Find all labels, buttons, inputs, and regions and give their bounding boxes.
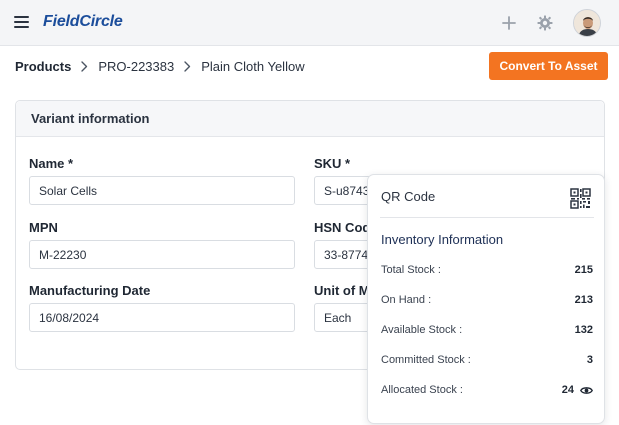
allocated-stock-value: 24 <box>561 384 574 396</box>
total-stock-label: Total Stock : <box>381 264 441 276</box>
mpn-label: MPN <box>29 220 58 235</box>
on-hand-value: 213 <box>574 294 593 306</box>
manufacturing-date-label: Manufacturing Date <box>29 283 151 298</box>
inventory-row-committed-stock: Committed Stock : 3 <box>381 354 593 370</box>
committed-stock-label: Committed Stock : <box>381 354 471 366</box>
breadcrumb-products[interactable]: Products <box>15 59 71 74</box>
available-stock-value: 132 <box>574 324 593 336</box>
inventory-information-title: Inventory Information <box>381 232 504 247</box>
inventory-row-allocated-stock: Allocated Stock : 24 <box>381 384 593 400</box>
unit-of-measure-label: Unit of M <box>314 283 370 298</box>
name-field[interactable]: Solar Cells <box>29 176 295 205</box>
breadcrumb: Products PRO-223383 Plain Cloth Yellow <box>15 58 305 74</box>
hsn-code-label: HSN Cod <box>314 220 371 235</box>
popover-divider <box>380 217 594 218</box>
gear-icon[interactable] <box>533 11 557 35</box>
hamburger-menu-icon[interactable] <box>14 16 29 28</box>
available-stock-label: Available Stock : <box>381 324 463 336</box>
user-avatar[interactable] <box>573 9 601 37</box>
breadcrumb-product-code[interactable]: PRO-223383 <box>98 59 174 74</box>
inventory-row-available-stock: Available Stock : 132 <box>381 324 593 340</box>
top-header: FieldCircle <box>0 0 619 46</box>
on-hand-label: On Hand : <box>381 294 432 306</box>
inventory-popover: QR Code Inventory Information Total Stoc… <box>367 174 605 424</box>
eye-icon[interactable] <box>580 385 593 396</box>
qr-code-icon[interactable] <box>570 188 591 209</box>
mpn-field[interactable]: M-22230 <box>29 240 295 269</box>
sku-label: SKU * <box>314 156 351 171</box>
app-logo[interactable]: FieldCircle <box>43 13 123 31</box>
inventory-row-on-hand: On Hand : 213 <box>381 294 593 310</box>
convert-to-asset-button[interactable]: Convert To Asset <box>489 52 608 80</box>
breadcrumb-current: Plain Cloth Yellow <box>201 58 305 74</box>
committed-stock-value: 3 <box>586 354 593 366</box>
section-title: Variant information <box>16 101 604 137</box>
name-label: Name * <box>29 156 74 171</box>
manufacturing-date-field[interactable]: 16/08/2024 <box>29 303 295 332</box>
chevron-right-icon <box>80 60 88 72</box>
qr-code-label: QR Code <box>381 189 436 204</box>
allocated-stock-label: Allocated Stock : <box>381 384 463 396</box>
inventory-row-total-stock: Total Stock : 215 <box>381 264 593 280</box>
chevron-right-icon <box>183 60 191 72</box>
total-stock-value: 215 <box>574 264 593 276</box>
plus-icon[interactable] <box>497 11 521 35</box>
